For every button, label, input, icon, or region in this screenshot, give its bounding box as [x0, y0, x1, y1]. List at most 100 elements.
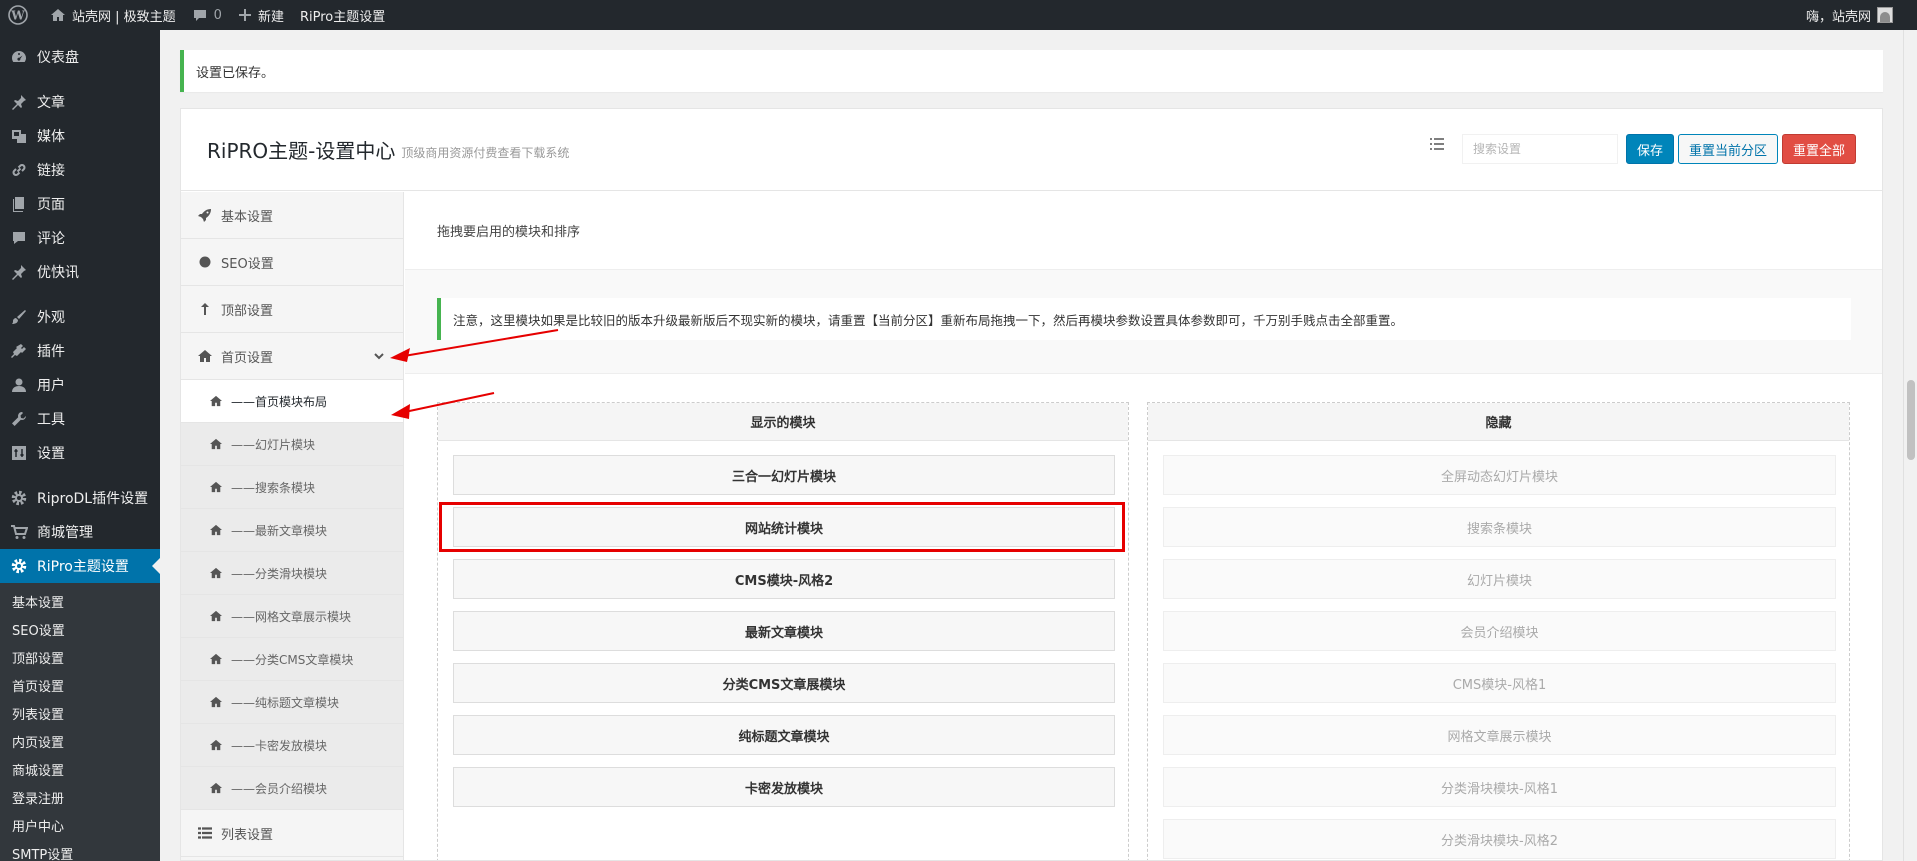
submenu-item[interactable]: 首页设置 — [0, 671, 160, 699]
nav-sub-slider[interactable]: ——幻灯片模块 — [181, 423, 403, 466]
menu-item-dashboard[interactable]: 仪表盘 — [0, 40, 160, 74]
hidden-module[interactable]: 搜索条模块 — [1163, 507, 1836, 547]
enabled-module[interactable]: 分类CMS文章展模块 — [453, 663, 1115, 703]
home-icon — [209, 739, 223, 751]
header-tools: 保存 重置当前分区 重置全部 — [1424, 134, 1856, 164]
scrollbar-thumb[interactable] — [1907, 380, 1915, 460]
section-notice-text: 注意，这里模块如果是比较旧的版本升级最新版后不现实新的模块，请重置【当前分区】重… — [453, 312, 1404, 328]
nav-sub-category-cms[interactable]: ——分类CMS文章模块 — [181, 638, 403, 681]
hidden-modules-column: 隐藏 全屏动态幻灯片模块 搜索条模块 幻灯片模块 会员介绍模块 CMS模块-风格… — [1147, 402, 1850, 860]
menu-item-posts[interactable]: 文章 — [0, 85, 160, 119]
menu-label: 文章 — [37, 95, 65, 111]
menu-item-links[interactable]: 链接 — [0, 153, 160, 187]
plus-icon — [238, 8, 252, 22]
theme-settings-link[interactable]: RiPro主题设置 — [292, 0, 393, 30]
save-button[interactable]: 保存 — [1625, 134, 1674, 164]
reset-section-button[interactable]: 重置当前分区 — [1677, 134, 1778, 164]
menu-item-appearance[interactable]: 外观 — [0, 300, 160, 334]
nav-sub-grid-posts[interactable]: ——网格文章展示模块 — [181, 595, 403, 638]
enabled-module[interactable]: 网站统计模块 — [453, 507, 1115, 547]
nav-sub-label: ——首页模块布局 — [231, 394, 328, 409]
user-icon — [9, 376, 29, 394]
settings-panel: RiPRO主题-设置中心 顶级商用资源付费查看下载系统 保存 重置当前分区 重置… — [180, 108, 1883, 861]
wordpress-logo[interactable]: W — [0, 0, 42, 30]
menu-label: 仪表盘 — [37, 50, 79, 66]
enabled-module[interactable]: CMS模块-风格2 — [453, 559, 1115, 599]
menu-item-pages[interactable]: 页面 — [0, 187, 160, 221]
nav-sub-latest-posts[interactable]: ——最新文章模块 — [181, 509, 403, 552]
menu-item-media[interactable]: 媒体 — [0, 119, 160, 153]
nav-basic-settings[interactable]: 基本设置 — [181, 192, 403, 239]
theme-settings-label: RiPro主题设置 — [299, 9, 386, 25]
menu-item-users[interactable]: 用户 — [0, 368, 160, 402]
submenu-item[interactable]: 商城设置 — [0, 755, 160, 783]
comments-link[interactable]: 0 — [184, 0, 230, 30]
hidden-module[interactable]: 分类滑块模块-风格1 — [1163, 767, 1836, 807]
home-icon — [209, 481, 223, 493]
menu-item-riprodl[interactable]: RiproDL插件设置 — [0, 481, 160, 515]
menu-item-settings[interactable]: 设置 — [0, 436, 160, 470]
nav-label: 基本设置 — [221, 209, 274, 225]
hidden-module[interactable]: 网格文章展示模块 — [1163, 715, 1836, 755]
home-icon — [209, 653, 223, 665]
hidden-module[interactable]: 分类滑块模块-风格2 — [1163, 819, 1836, 859]
nav-sub-search-bar[interactable]: ——搜索条模块 — [181, 466, 403, 509]
enabled-modules-title: 显示的模块 — [438, 403, 1128, 441]
submenu-item[interactable]: 顶部设置 — [0, 643, 160, 671]
submenu-item[interactable]: 内页设置 — [0, 727, 160, 755]
hidden-module[interactable]: 会员介绍模块 — [1163, 611, 1836, 651]
nav-sub-category-slider[interactable]: ——分类滑块模块 — [181, 552, 403, 595]
nav-home-settings[interactable]: 首页设置 — [181, 333, 403, 380]
page-icon — [9, 195, 29, 213]
menu-label: 页面 — [37, 197, 65, 213]
settings-icon — [9, 444, 29, 462]
submenu-item[interactable]: 基本设置 — [0, 587, 160, 615]
menu-item-comments[interactable]: 评论 — [0, 221, 160, 255]
menu-item-news[interactable]: 优快讯 — [0, 255, 160, 289]
enabled-module[interactable]: 纯标题文章模块 — [453, 715, 1115, 755]
menu-item-shop[interactable]: 商城管理 — [0, 515, 160, 549]
nav-sub-label: ——幻灯片模块 — [231, 437, 316, 452]
nav-list-settings[interactable]: 列表设置 — [181, 810, 403, 857]
menu-label: 链接 — [37, 163, 65, 179]
admin-menu: 仪表盘 文章 媒体 链接 页面 评论 优快讯 外观 插件 用户 工具 设置 Ri… — [0, 30, 160, 861]
menu-item-ripro-settings[interactable]: RiPro主题设置 — [0, 549, 160, 583]
dashboard-icon — [9, 48, 29, 66]
menu-item-plugins[interactable]: 插件 — [0, 334, 160, 368]
home-icon — [209, 782, 223, 794]
enabled-module[interactable]: 最新文章模块 — [453, 611, 1115, 651]
expand-all-button[interactable] — [1424, 135, 1450, 153]
cart-icon — [9, 523, 29, 541]
list-icon — [197, 827, 213, 839]
hidden-module[interactable]: 全屏动态幻灯片模块 — [1163, 455, 1836, 495]
submenu-item[interactable]: SMTP设置 — [0, 839, 160, 861]
enabled-modules-column: 显示的模块 三合一幻灯片模块 网站统计模块 CMS模块-风格2 最新文章模块 分… — [437, 402, 1129, 860]
account-menu[interactable]: 嗨，站壳网 — [1806, 0, 1917, 30]
reset-all-button[interactable]: 重置全部 — [1781, 134, 1856, 164]
hidden-module[interactable]: 幻灯片模块 — [1163, 559, 1836, 599]
chevron-down-icon — [371, 353, 387, 361]
enabled-module[interactable]: 三合一幻灯片模块 — [453, 455, 1115, 495]
menu-item-tools[interactable]: 工具 — [0, 402, 160, 436]
nav-sub-label: ——分类CMS文章模块 — [231, 652, 354, 667]
site-name-link[interactable]: 站壳网 | 极致主题 — [42, 0, 184, 30]
submenu-item[interactable]: 列表设置 — [0, 699, 160, 727]
menu-label: 用户 — [37, 378, 65, 394]
nav-sub-card-keys[interactable]: ——卡密发放模块 — [181, 724, 403, 767]
submenu-item[interactable]: SEO设置 — [0, 615, 160, 643]
nav-top-settings[interactable]: 顶部设置 — [181, 286, 403, 333]
nav-sub-membership[interactable]: ——会员介绍模块 — [181, 767, 403, 810]
submenu-item[interactable]: 用户中心 — [0, 811, 160, 839]
nav-sub-title-posts[interactable]: ——纯标题文章模块 — [181, 681, 403, 724]
submenu-item[interactable]: 登录注册 — [0, 783, 160, 811]
enabled-module[interactable]: 卡密发放模块 — [453, 767, 1115, 807]
nav-seo-settings[interactable]: SEO设置 — [181, 239, 403, 286]
hidden-module[interactable]: CMS模块-风格1 — [1163, 663, 1836, 703]
search-input[interactable] — [1461, 134, 1618, 164]
list-icon — [1429, 138, 1444, 150]
nav-sub-home-layout[interactable]: ——首页模块布局 — [181, 380, 403, 423]
new-content-link[interactable]: 新建 — [230, 0, 292, 30]
window-scrollbar[interactable] — [1903, 30, 1917, 861]
arrow-up-icon — [197, 302, 213, 316]
brush-icon — [9, 308, 29, 326]
